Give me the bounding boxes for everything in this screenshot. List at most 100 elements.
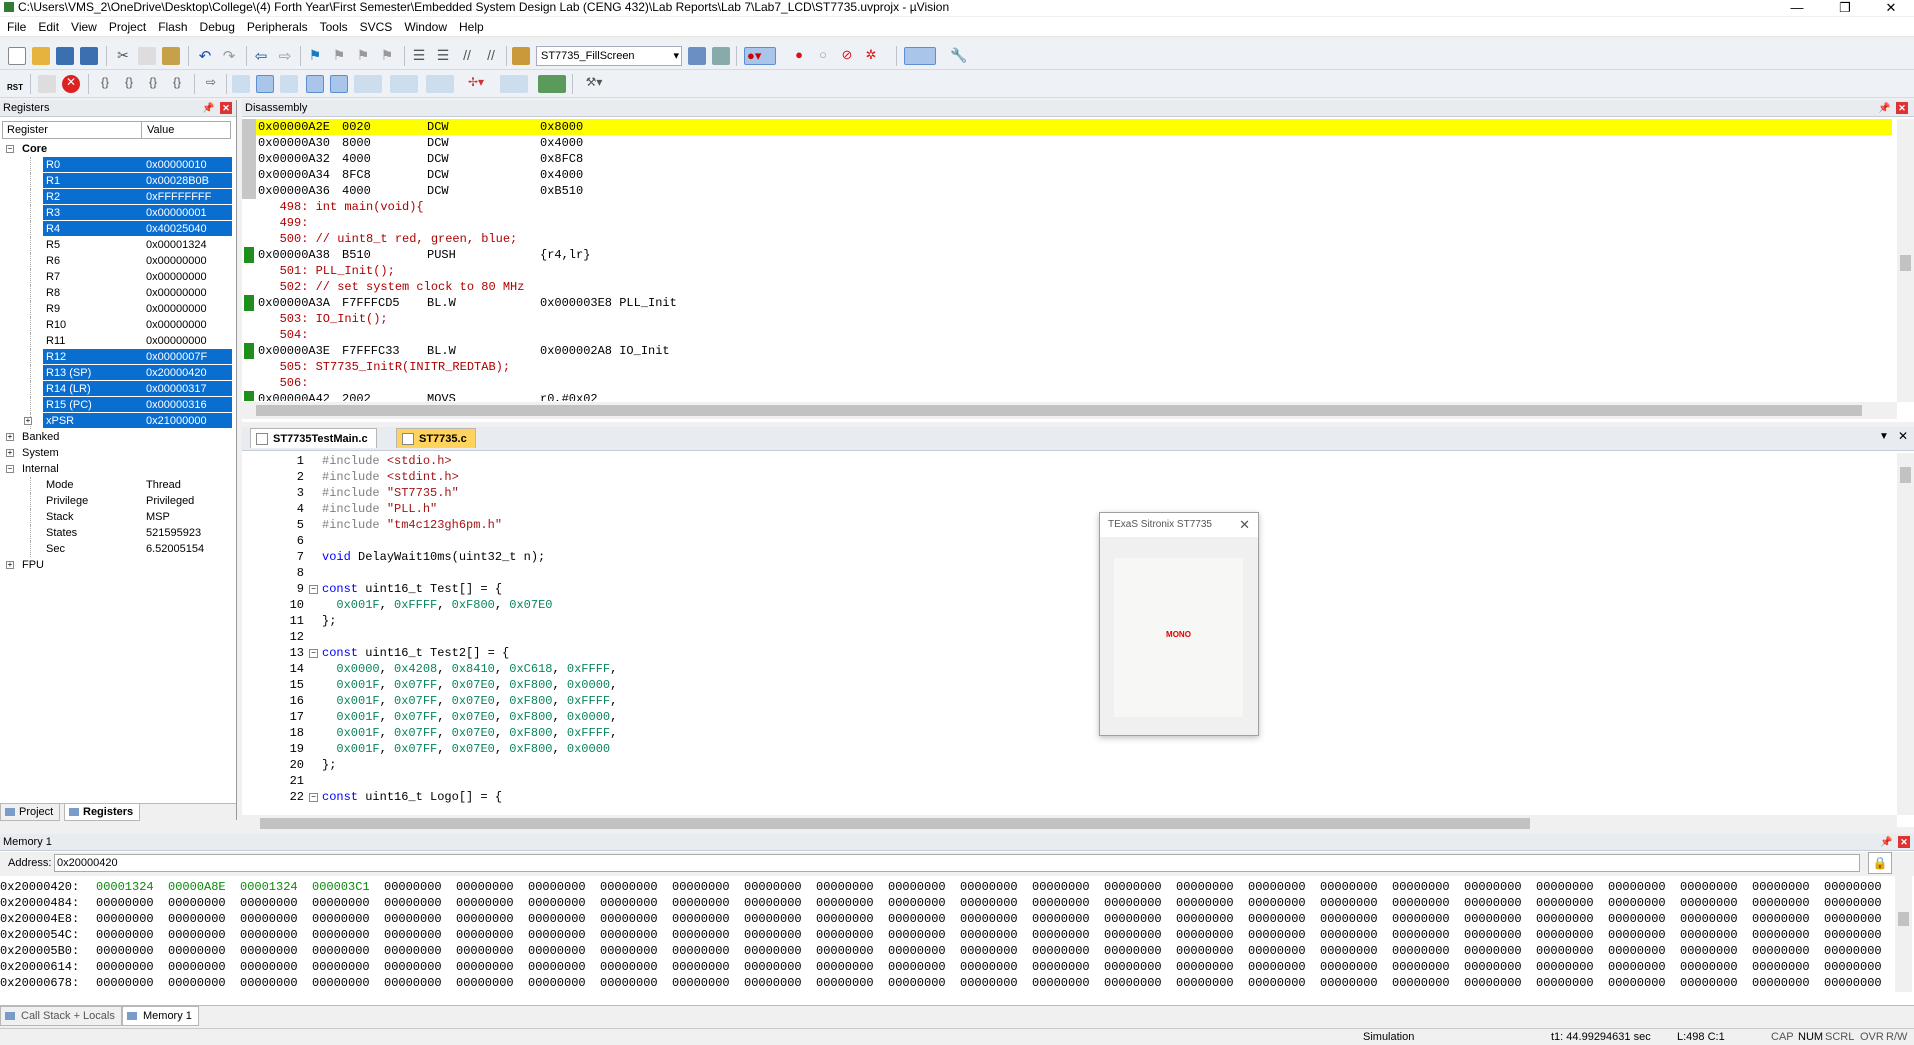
memory-value[interactable]: 00000000: [384, 927, 442, 943]
source-line[interactable]: 506:: [242, 375, 1892, 391]
configure-icon[interactable]: 🔧: [950, 47, 968, 65]
memory-value[interactable]: 00000000: [384, 911, 442, 927]
nav-forward-icon[interactable]: ⇨: [276, 47, 294, 65]
memory-value[interactable]: 00000000: [600, 895, 658, 911]
stop-icon[interactable]: ✕: [62, 75, 80, 93]
memory-value[interactable]: 00000000: [1392, 959, 1450, 975]
fold-toggle-icon[interactable]: −: [309, 585, 318, 594]
tab-registers[interactable]: Registers: [64, 803, 141, 821]
memory-value[interactable]: 00000000: [240, 975, 298, 991]
memory-value[interactable]: 00000000: [1104, 975, 1162, 991]
memory-value[interactable]: 00000000: [1680, 895, 1738, 911]
memory-value[interactable]: 00000000: [672, 959, 730, 975]
breakpoint-icon[interactable]: ●: [790, 47, 808, 65]
memory-value[interactable]: 00000000: [1392, 943, 1450, 959]
menu-svcs[interactable]: SVCS: [353, 17, 398, 34]
open-folder-icon[interactable]: [32, 47, 50, 65]
memory-value[interactable]: 00000000: [1536, 911, 1594, 927]
fold-toggle-icon[interactable]: −: [309, 793, 318, 802]
indent-icon[interactable]: ☰: [410, 47, 428, 65]
register-row[interactable]: R11 0x00000000: [0, 333, 232, 349]
memory-value[interactable]: 00000000: [1176, 959, 1234, 975]
memory-value[interactable]: 00000000: [1176, 911, 1234, 927]
memory-value[interactable]: 00000000: [96, 895, 154, 911]
memory-value[interactable]: 00000000: [888, 911, 946, 927]
memory-value[interactable]: 00000000: [168, 911, 226, 927]
code-line[interactable]: 13− const uint16_t Test2[] = {: [242, 645, 1882, 661]
register-row[interactable]: + xPSR 0x21000000: [0, 413, 232, 429]
memory-value[interactable]: 00000000: [1248, 879, 1306, 895]
memory-vscroll[interactable]: [1895, 876, 1912, 992]
memory-value[interactable]: 00000000: [1032, 975, 1090, 991]
memory-content[interactable]: 0x20000420: 00001324 00000A8E 00001324 00000…: [0, 879, 1895, 991]
memory-value[interactable]: 00000000: [1608, 911, 1666, 927]
memory-value[interactable]: 00000000: [816, 927, 874, 943]
memory-value[interactable]: 00000000: [1608, 959, 1666, 975]
memory-value[interactable]: 00000000: [1032, 927, 1090, 943]
close-panel-button[interactable]: ✕: [1896, 102, 1908, 114]
unindent-icon[interactable]: ☰: [434, 47, 452, 65]
memory-value[interactable]: 00000000: [1032, 911, 1090, 927]
memory-value[interactable]: 00000000: [1320, 943, 1378, 959]
asm-line[interactable]: 0x00000A38 B510 PUSH {r4,lr}: [242, 247, 1892, 263]
register-row[interactable]: R4 0x40025040: [0, 221, 232, 237]
run-to-cursor-icon[interactable]: {}: [168, 75, 186, 93]
memory-value[interactable]: 00000000: [1536, 895, 1594, 911]
memory-value[interactable]: 00000000: [1680, 975, 1738, 991]
memory-value[interactable]: 00000000: [1464, 911, 1522, 927]
memory-value[interactable]: 00000000: [1176, 879, 1234, 895]
uncomment-icon[interactable]: //: [482, 47, 500, 65]
memory-value[interactable]: 00000000: [744, 959, 802, 975]
memory-value[interactable]: 00000000: [1824, 975, 1882, 991]
menu-debug[interactable]: Debug: [193, 17, 240, 34]
memory-value[interactable]: 00000000: [1608, 895, 1666, 911]
disassembly-content[interactable]: 0x00000A2E 0020 DCW 0x8000 0x00000A30 8000 DCW…: [242, 119, 1894, 401]
memory-value[interactable]: 00000000: [1104, 943, 1162, 959]
memory-value[interactable]: 00000000: [888, 975, 946, 991]
memory-value[interactable]: 00000000: [528, 879, 586, 895]
prev-bookmark-icon[interactable]: ⚑: [330, 47, 348, 65]
memory-value[interactable]: 00000000: [1608, 927, 1666, 943]
memory-value[interactable]: 00000000: [1464, 927, 1522, 943]
memory-value[interactable]: 00000000: [1752, 879, 1810, 895]
kill-breakpoints-icon[interactable]: ✲: [862, 47, 880, 65]
memory-value[interactable]: 00000000: [1752, 943, 1810, 959]
memory-value[interactable]: 00000000: [312, 959, 370, 975]
memory-value[interactable]: 00000000: [384, 943, 442, 959]
memory-value[interactable]: 00000000: [1752, 975, 1810, 991]
system-viewer-icon[interactable]: [538, 75, 566, 93]
memory-value[interactable]: 00000000: [960, 959, 1018, 975]
memory-value[interactable]: 00000000: [1680, 927, 1738, 943]
code-line[interactable]: 9− const uint16_t Test[] = {: [242, 581, 1882, 597]
memory-value[interactable]: 00000000: [96, 943, 154, 959]
run-icon[interactable]: [38, 75, 56, 93]
copy-icon[interactable]: [138, 47, 156, 65]
code-editor[interactable]: 1 #include <stdio.h> 2 #include <stdint.h> 3…: [242, 453, 1894, 815]
memory-value[interactable]: 00000000: [1104, 927, 1162, 943]
asm-line[interactable]: 0x00000A30 8000 DCW 0x4000: [242, 135, 1892, 151]
tree-group-system[interactable]: + System: [0, 445, 232, 461]
window-layout-icon[interactable]: [904, 47, 936, 65]
paste-icon[interactable]: [162, 47, 180, 65]
target-select[interactable]: ST7735_FillScreen ▾: [536, 46, 682, 66]
analysis-window-icon[interactable]: ✢▾: [462, 75, 490, 93]
memory-value[interactable]: 00000000: [672, 879, 730, 895]
source-line[interactable]: 502: // set system clock to 80 MHz: [242, 279, 1892, 295]
memory-value[interactable]: 00000000: [528, 927, 586, 943]
memory-value[interactable]: 00000000: [1536, 943, 1594, 959]
next-bookmark-icon[interactable]: ⚑: [354, 47, 372, 65]
tab-list-icon[interactable]: ▼: [1879, 431, 1889, 442]
memory-value[interactable]: 00000000: [744, 927, 802, 943]
memory-value[interactable]: 00000000: [816, 943, 874, 959]
memory-value[interactable]: 00000000: [456, 911, 514, 927]
memory-value[interactable]: 00000000: [960, 895, 1018, 911]
memory-value[interactable]: 00000000: [888, 959, 946, 975]
memory-value[interactable]: 00000000: [816, 879, 874, 895]
pin-icon[interactable]: 📌: [1880, 835, 1892, 851]
memory-value[interactable]: 00000000: [816, 975, 874, 991]
register-row[interactable]: R14 (LR) 0x00000317: [0, 381, 232, 397]
menu-view[interactable]: View: [64, 17, 102, 34]
address-input[interactable]: [54, 854, 1860, 872]
save-all-icon[interactable]: [80, 47, 98, 65]
code-line[interactable]: 11};: [242, 613, 1882, 629]
